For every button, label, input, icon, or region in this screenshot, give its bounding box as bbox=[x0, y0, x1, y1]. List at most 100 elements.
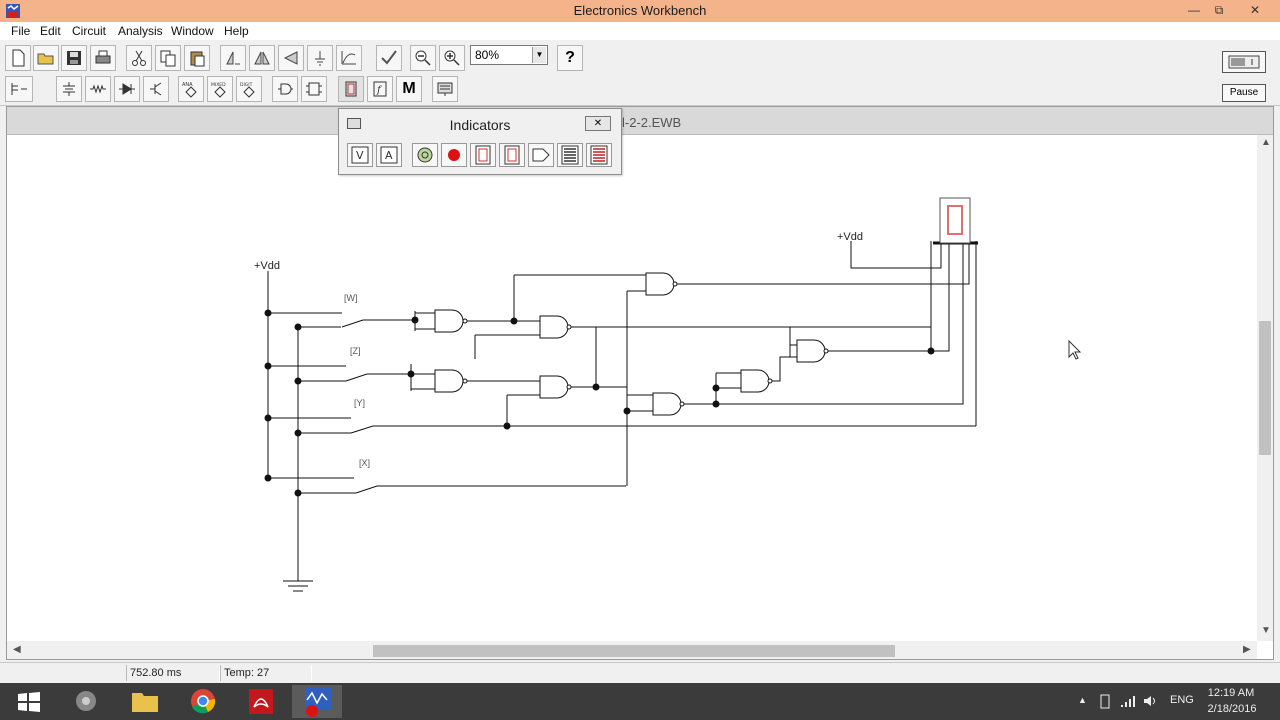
flip-vertical-button[interactable] bbox=[278, 45, 304, 71]
vertical-scroll-thumb[interactable] bbox=[1259, 321, 1271, 455]
paste-clipboard-icon bbox=[190, 51, 205, 67]
basic-bin-button[interactable] bbox=[85, 76, 111, 102]
bargraph-button[interactable] bbox=[557, 143, 583, 167]
power-switch-icon bbox=[1228, 55, 1260, 69]
print-button[interactable] bbox=[90, 45, 116, 71]
seven-segment-icon bbox=[345, 81, 357, 97]
voltmeter-icon: V bbox=[351, 146, 369, 164]
digital-bin-button[interactable] bbox=[301, 76, 327, 102]
taskbar-acrobat[interactable] bbox=[236, 685, 286, 718]
controls-bin-button[interactable]: f bbox=[367, 76, 393, 102]
language-indicator[interactable]: ENG bbox=[1170, 694, 1194, 706]
save-button[interactable] bbox=[61, 45, 87, 71]
tablet-tray-icon[interactable] bbox=[1098, 694, 1112, 710]
paste-button[interactable] bbox=[184, 45, 210, 71]
vertical-scrollbar[interactable]: ▲ ▼ bbox=[1257, 135, 1273, 641]
favorites-bin-button[interactable] bbox=[5, 76, 33, 102]
tray-expand-icon[interactable]: ▲ bbox=[1078, 695, 1087, 705]
voltmeter-button[interactable]: V bbox=[347, 143, 373, 167]
printer-icon bbox=[95, 50, 111, 64]
scroll-left-icon[interactable]: ◀ bbox=[13, 644, 21, 655]
zoom-subcircuit-button[interactable] bbox=[336, 45, 362, 71]
component-properties-button[interactable] bbox=[307, 45, 333, 71]
status-bar: 752.80 ms Temp: 27 bbox=[0, 662, 1280, 682]
horizontal-scroll-thumb[interactable] bbox=[373, 645, 895, 657]
sources-bin-button[interactable] bbox=[56, 76, 82, 102]
buzzer-button[interactable] bbox=[528, 143, 554, 167]
circuit-window-titlebar: l-2-2.EWB bbox=[7, 107, 1273, 135]
flip-vertical-icon bbox=[283, 51, 298, 65]
circuit-canvas[interactable]: +Vdd +Vdd [W] [Z] [Y] [X] bbox=[7, 135, 1257, 641]
red-probe-icon bbox=[448, 149, 460, 161]
zoom-out-button[interactable] bbox=[410, 45, 436, 71]
new-file-icon bbox=[12, 49, 25, 67]
help-button[interactable]: ? bbox=[557, 45, 583, 71]
zoom-in-button[interactable] bbox=[439, 45, 465, 71]
clock-date[interactable]: 2/18/2016 bbox=[1201, 703, 1263, 715]
taskbar-electronics-workbench[interactable] bbox=[292, 685, 342, 718]
taskbar-chrome[interactable] bbox=[178, 685, 228, 718]
analog-ic-bin-button[interactable]: ANA bbox=[178, 76, 204, 102]
flip-horizontal-button[interactable] bbox=[249, 45, 275, 71]
menu-help[interactable]: Help bbox=[224, 24, 249, 38]
horizontal-scrollbar[interactable]: ◀ ▶ bbox=[7, 641, 1257, 659]
menu-analysis[interactable]: Analysis bbox=[118, 24, 163, 38]
taskbar-file-explorer[interactable] bbox=[120, 685, 170, 718]
pause-button[interactable]: Pause bbox=[1222, 84, 1266, 102]
decoded-display-button[interactable] bbox=[499, 143, 525, 167]
ammeter-icon: A bbox=[380, 146, 398, 164]
menu-window[interactable]: Window bbox=[171, 24, 214, 38]
seven-segment-button[interactable] bbox=[470, 143, 496, 167]
switch-label-z: [Z] bbox=[350, 346, 361, 356]
ammeter-button[interactable]: A bbox=[376, 143, 402, 167]
indicators-title: Indicators bbox=[449, 117, 511, 133]
miscellaneous-bin-button[interactable]: M bbox=[396, 76, 422, 102]
taskbar-app-1[interactable] bbox=[62, 685, 112, 718]
logic-gates-bin-button[interactable] bbox=[272, 76, 298, 102]
svg-text:f: f bbox=[376, 85, 383, 96]
circuit-window: l-2-2.EWB +Vdd +Vdd [W] [Z] [Y] [X] ▲ ▼ … bbox=[6, 106, 1274, 660]
palette-close-button[interactable]: ✕ bbox=[585, 116, 611, 131]
rotate-button[interactable] bbox=[220, 45, 246, 71]
transistors-bin-button[interactable] bbox=[143, 76, 169, 102]
windows-start-icon[interactable] bbox=[18, 692, 40, 712]
switch-label-w: [W] bbox=[344, 293, 358, 303]
scroll-up-icon[interactable]: ▲ bbox=[1261, 137, 1271, 148]
svg-text:MIXED: MIXED bbox=[211, 82, 226, 88]
mouse-cursor-icon bbox=[1068, 339, 1082, 360]
digital-ic-bin-button[interactable]: DIGIT bbox=[236, 76, 262, 102]
minimize-button[interactable]: — bbox=[1183, 0, 1205, 20]
decoded-display-icon bbox=[504, 145, 520, 165]
mixed-ic-bin-button[interactable]: MIXED bbox=[207, 76, 233, 102]
waveform-icon bbox=[341, 51, 356, 65]
probe-button[interactable] bbox=[441, 143, 467, 167]
help-label: ? bbox=[565, 49, 575, 66]
new-file-button[interactable] bbox=[5, 45, 31, 71]
menu-file[interactable]: File bbox=[11, 24, 30, 38]
menu-circuit[interactable]: Circuit bbox=[72, 24, 106, 38]
decoded-bargraph-button[interactable] bbox=[586, 143, 612, 167]
close-button[interactable]: ✕ bbox=[1240, 0, 1270, 20]
copy-icon bbox=[160, 50, 176, 67]
description-button[interactable] bbox=[376, 45, 402, 71]
bulb-button[interactable] bbox=[412, 143, 438, 167]
scroll-down-icon[interactable]: ▼ bbox=[1261, 625, 1271, 636]
light-bulb-icon bbox=[417, 147, 433, 163]
diodes-bin-button[interactable] bbox=[114, 76, 140, 102]
scroll-right-icon[interactable]: ▶ bbox=[1243, 644, 1251, 655]
menu-edit[interactable]: Edit bbox=[40, 24, 61, 38]
volume-icon[interactable] bbox=[1142, 694, 1158, 708]
zoom-select[interactable]: 80% ▼ bbox=[470, 45, 548, 65]
chevron-down-icon[interactable]: ▼ bbox=[532, 47, 546, 63]
pencil-check-icon bbox=[381, 50, 397, 65]
power-switch[interactable] bbox=[1222, 51, 1266, 73]
restore-button[interactable]: ⧉ bbox=[1208, 0, 1230, 20]
instruments-bin-button[interactable] bbox=[432, 76, 458, 102]
clock-time[interactable]: 12:19 AM bbox=[1203, 687, 1259, 699]
open-file-button[interactable] bbox=[33, 45, 59, 71]
indicators-bin-button[interactable] bbox=[338, 76, 364, 102]
cut-button[interactable] bbox=[126, 45, 152, 71]
network-signal-icon[interactable] bbox=[1120, 694, 1136, 708]
seven-segment-display[interactable] bbox=[939, 197, 971, 244]
copy-button[interactable] bbox=[155, 45, 181, 71]
